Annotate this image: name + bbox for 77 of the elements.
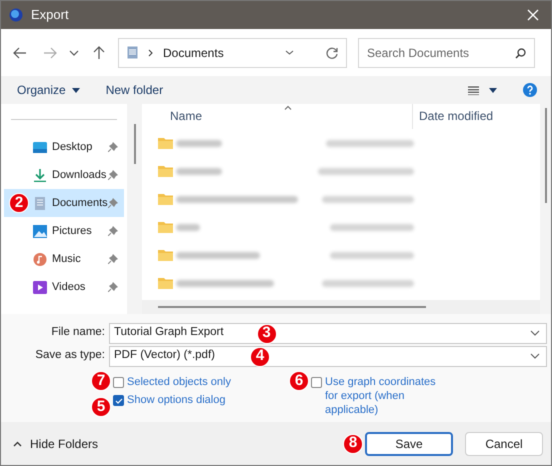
- new-folder-button[interactable]: New folder: [106, 81, 164, 99]
- caret-icon: [72, 88, 80, 92]
- step-marker: 7: [91, 371, 111, 391]
- organize-button[interactable]: Organize: [17, 81, 80, 99]
- sidebar-item[interactable]: Desktop: [4, 133, 124, 161]
- step-marker: 5: [91, 397, 111, 417]
- blurred-name: [176, 140, 222, 146]
- help-icon: [523, 83, 537, 97]
- sidebar-item[interactable]: Downloads: [4, 161, 124, 189]
- blurred-name: [176, 168, 222, 174]
- back-arrow-icon: [13, 46, 27, 58]
- folder-icon: [158, 249, 173, 261]
- document-icon: [127, 46, 138, 59]
- search-field[interactable]: Search Documents: [358, 38, 535, 68]
- step-marker: 3: [256, 324, 277, 344]
- globe-icon: [9, 8, 23, 22]
- music-icon: [33, 252, 47, 266]
- pin-icon: [108, 254, 118, 264]
- pin-icon: [108, 282, 118, 292]
- up-arrow-icon: [93, 46, 105, 60]
- column-header[interactable]: Name: [142, 107, 412, 129]
- hide-folders-button[interactable]: Hide Folders: [13, 434, 98, 452]
- save-button[interactable]: Save: [365, 432, 453, 456]
- column-header[interactable]: Date modified: [412, 104, 494, 129]
- step-marker: 2: [9, 193, 29, 213]
- caret-icon: [489, 88, 497, 92]
- file-name-field[interactable]: Tutorial Graph Export 3: [109, 322, 547, 344]
- sidebar-item[interactable]: Pictures: [4, 217, 124, 245]
- videos-icon: [33, 280, 47, 294]
- cancel-button[interactable]: Cancel: [465, 432, 543, 456]
- step-marker: 4: [250, 346, 270, 366]
- chevron-down-icon: [285, 50, 294, 55]
- pictures-icon: [33, 224, 47, 238]
- pin-icon: [108, 142, 118, 152]
- chevron-right-icon: [148, 48, 153, 56]
- checkbox-label[interactable]: Selected objects only: [127, 375, 231, 389]
- sidebar-item[interactable]: Videos: [4, 273, 124, 301]
- folder-icon: [158, 165, 173, 177]
- folder-icon: [158, 277, 173, 289]
- checkbox-label[interactable]: Show options dialog: [127, 393, 226, 407]
- pin-icon: [108, 198, 118, 208]
- address-bar[interactable]: Documents: [118, 38, 347, 68]
- list-view-icon: [468, 86, 479, 94]
- field-label: File name:: [50, 325, 106, 340]
- chevron-up-icon: [13, 440, 22, 446]
- documents-icon: [33, 196, 47, 210]
- search-icon: [515, 48, 526, 58]
- checkbox[interactable]: [113, 395, 124, 406]
- file-type-dropdown[interactable]: PDF (Vector) (*.pdf) 4: [109, 346, 547, 366]
- vertical-scrollbar[interactable]: [544, 108, 546, 203]
- close-icon: [527, 9, 539, 21]
- field-label: Save as type:: [34, 348, 106, 364]
- horizontal-scrollbar[interactable]: [158, 306, 426, 308]
- refresh-icon: [326, 46, 338, 58]
- breadcrumb-item[interactable]: Documents: [163, 44, 275, 62]
- view-options-button[interactable]: [468, 86, 497, 94]
- forward-arrow-icon: [43, 46, 57, 58]
- step-marker: 6: [289, 371, 309, 391]
- sidebar-item[interactable]: 2 Documents: [4, 189, 124, 217]
- sort-caret-icon: [284, 105, 292, 110]
- folder-icon: [158, 221, 173, 233]
- folder-icon: [158, 137, 173, 149]
- checkbox[interactable]: [113, 377, 124, 388]
- sidebar-item[interactable]: Music: [4, 245, 124, 273]
- step-marker: 8: [343, 434, 363, 454]
- checkbox-label[interactable]: Use graph coordinates for export (when applicable): [325, 375, 441, 417]
- window-title: Export: [31, 6, 69, 24]
- chevron-down-icon: [530, 353, 540, 359]
- chevron-down-icon: [69, 50, 79, 56]
- checkbox[interactable]: [311, 377, 322, 388]
- downloads-icon: [33, 168, 47, 182]
- pin-icon: [108, 226, 118, 236]
- desktop-icon: [33, 140, 47, 154]
- folder-icon: [158, 193, 173, 205]
- chevron-down-icon: [530, 330, 540, 336]
- blurred-name: [176, 224, 200, 230]
- pin-icon: [108, 170, 118, 180]
